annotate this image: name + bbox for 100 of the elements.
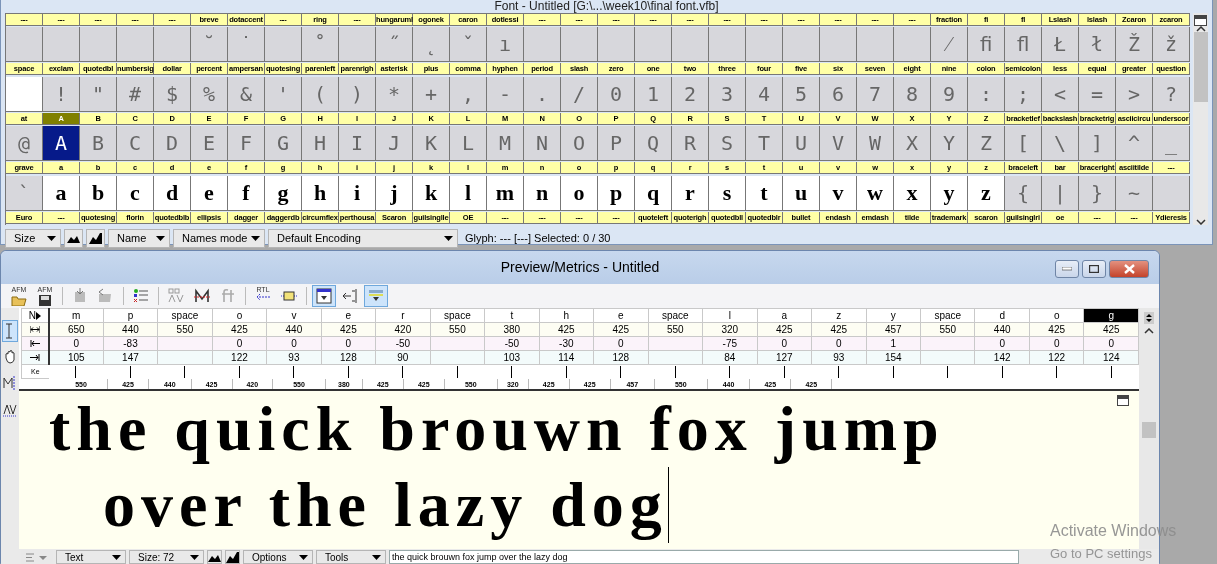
glyph-cell[interactable]: U xyxy=(783,126,820,162)
glyph-cell[interactable]: ﬁ xyxy=(968,27,1005,63)
glyph-cell[interactable]: y xyxy=(931,175,968,211)
glyph-cell[interactable]: g xyxy=(265,175,302,211)
glyph-cell[interactable]: N xyxy=(524,126,561,162)
glyph-cell[interactable]: } xyxy=(1079,175,1116,211)
glyph-cell[interactable]: @ xyxy=(6,126,43,162)
glyph-cell[interactable]: ž xyxy=(1153,27,1190,63)
glyph-cell[interactable]: d xyxy=(154,175,191,211)
glyph-cell[interactable] xyxy=(117,27,154,63)
glyph-cell[interactable]: , xyxy=(450,76,487,112)
glyph-cell[interactable]: k xyxy=(413,175,450,211)
glyph-name-cell[interactable]: a xyxy=(757,308,812,323)
glyph-cell[interactable]: ˇ xyxy=(450,27,487,63)
glyph-cell[interactable]: / xyxy=(561,76,598,112)
glyph-cell[interactable]: H xyxy=(302,126,339,162)
glyph-cell[interactable]: " xyxy=(80,76,117,112)
glyph-cell[interactable]: ˙ xyxy=(228,27,265,63)
glyph-cell[interactable] xyxy=(524,27,561,63)
glyph-name-cell[interactable]: e xyxy=(593,308,649,323)
glyph-cell[interactable]: ( xyxy=(302,76,339,112)
glyph-cell[interactable]: ⁄ xyxy=(931,27,968,63)
glyph-cell[interactable] xyxy=(746,27,783,63)
glyph-cell[interactable]: [ xyxy=(1005,126,1042,162)
glyph-cell[interactable]: B xyxy=(80,126,117,162)
glyph-cell[interactable]: z xyxy=(968,175,1005,211)
dropdown[interactable]: Text xyxy=(56,550,126,564)
glyph-cell[interactable]: ﬂ xyxy=(1005,27,1042,63)
glyph-cell[interactable]: : xyxy=(968,76,1005,112)
glyph-cell[interactable]: Y xyxy=(931,126,968,162)
glyph-cell[interactable]: ) xyxy=(339,76,376,112)
glyph-cell[interactable]: 9 xyxy=(931,76,968,112)
glyph-cell[interactable]: f xyxy=(228,175,265,211)
glyph-name-cell[interactable]: m xyxy=(48,308,104,323)
toggle-lines-button[interactable] xyxy=(364,285,388,307)
glyph-cell[interactable]: X xyxy=(894,126,931,162)
glyph-cell[interactable]: = xyxy=(1079,76,1116,112)
glyph-cell[interactable]: c xyxy=(117,175,154,211)
close-button[interactable] xyxy=(1109,260,1149,278)
glyph-cell[interactable]: ˘ xyxy=(191,27,228,63)
glyph-cell[interactable] xyxy=(339,27,376,63)
glyph-cell[interactable]: m xyxy=(487,175,524,211)
glyph-cell[interactable]: b xyxy=(80,175,117,211)
glyph-cell[interactable]: ] xyxy=(1079,126,1116,162)
glyph-cell[interactable]: u xyxy=(783,175,820,211)
text-field[interactable]: the quick brouwn fox jump over the lazy dog xyxy=(389,550,1019,564)
glyph-cell[interactable]: q xyxy=(635,175,672,211)
glyph-cell[interactable]: p xyxy=(598,175,635,211)
glyph-name-cell[interactable]: o xyxy=(212,308,267,323)
glyph-cell[interactable]: ? xyxy=(1153,76,1190,112)
glyph-cell[interactable] xyxy=(857,27,894,63)
glyph-cell[interactable]: V xyxy=(820,126,857,162)
glyph-cell[interactable]: F xyxy=(228,126,265,162)
glyph-cell[interactable]: D xyxy=(154,126,191,162)
glyph-cell[interactable]: # xyxy=(117,76,154,112)
glyph-cell[interactable]: T xyxy=(746,126,783,162)
glyph-cell[interactable]: 7 xyxy=(857,76,894,112)
glyph-name-cell[interactable]: space xyxy=(430,308,485,323)
glyph-cell[interactable]: - xyxy=(487,76,524,112)
glyph-cell[interactable]: I xyxy=(339,126,376,162)
glyph-cell[interactable]: t xyxy=(746,175,783,211)
glyph-cell[interactable]: M xyxy=(487,126,524,162)
dropdown[interactable]: Tools xyxy=(316,550,386,564)
glyph-cell[interactable]: ˛ xyxy=(413,27,450,63)
glyph-name-cell[interactable]: t xyxy=(484,308,540,323)
glyph-cell[interactable]: 0 xyxy=(598,76,635,112)
glyph-cell[interactable]: & xyxy=(228,76,265,112)
glyph-cell[interactable]: * xyxy=(376,76,413,112)
glyph-cell[interactable]: E xyxy=(191,126,228,162)
glyph-name-cell[interactable]: e xyxy=(321,308,376,323)
glyph-name-cell[interactable]: space xyxy=(920,308,975,323)
glyph-name-cell[interactable]: z xyxy=(811,308,866,323)
glyph-cell[interactable]: ~ xyxy=(1116,175,1153,211)
glyph-cell[interactable]: ; xyxy=(1005,76,1042,112)
glyph-name-cell[interactable]: o xyxy=(1029,308,1084,323)
glyph-cell[interactable]: n xyxy=(524,175,561,211)
glyph-name-cell[interactable]: p xyxy=(103,308,158,323)
glyph-name-cell[interactable]: space xyxy=(648,308,703,323)
glyph-cell[interactable]: 5 xyxy=(783,76,820,112)
dropdown[interactable]: Options xyxy=(243,550,313,564)
glyph-name-cell[interactable]: d xyxy=(974,308,1030,323)
glyph-cell[interactable]: 8 xyxy=(894,76,931,112)
glyph-cell[interactable]: J xyxy=(376,126,413,162)
glyph-cell[interactable]: ^ xyxy=(1116,126,1153,162)
glyph-cell[interactable]: G xyxy=(265,126,302,162)
glyph-cell[interactable]: v xyxy=(820,175,857,211)
glyph-cell[interactable] xyxy=(265,27,302,63)
glyph-name-cell[interactable]: v xyxy=(266,308,322,323)
glyph-cell[interactable]: i xyxy=(339,175,376,211)
glyph-cell[interactable]: L xyxy=(450,126,487,162)
glyph-cell[interactable]: . xyxy=(524,76,561,112)
glyph-cell[interactable]: ł xyxy=(1079,27,1116,63)
glyph-cell[interactable]: _ xyxy=(1153,126,1190,162)
glyph-cell[interactable] xyxy=(672,27,709,63)
glyph-cell[interactable]: Q xyxy=(635,126,672,162)
glyph-name-cell[interactable]: h xyxy=(539,308,594,323)
glyph-name-cell[interactable]: space xyxy=(157,308,213,323)
glyph-cell[interactable]: ' xyxy=(265,76,302,112)
glyph-cell[interactable]: < xyxy=(1042,76,1079,112)
size-button[interactable] xyxy=(86,229,105,248)
